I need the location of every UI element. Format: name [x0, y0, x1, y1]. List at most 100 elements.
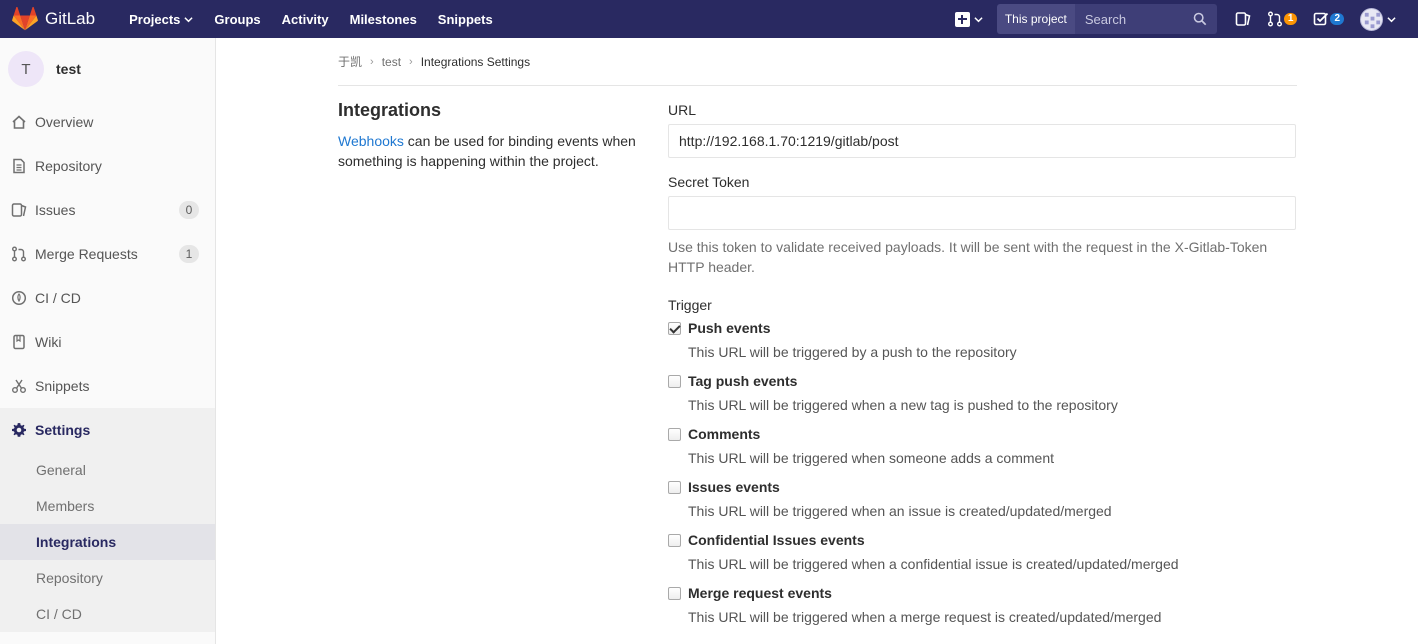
todos-button[interactable]: 2 — [1313, 11, 1344, 27]
sidebar-project-header[interactable]: T test — [0, 38, 215, 100]
sidebar-item-label: Merge Requests — [35, 246, 138, 262]
sidebar-item-issues[interactable]: Issues 0 — [0, 188, 215, 232]
sidebar-item-wiki[interactable]: Wiki — [0, 320, 215, 364]
merge-request-count-badge: 1 — [1283, 13, 1298, 25]
todo-count-badge: 2 — [1330, 13, 1344, 25]
trigger-push-events: Push events This URL will be triggered b… — [668, 319, 1296, 360]
new-dropdown-button[interactable] — [954, 11, 983, 27]
nav-projects[interactable]: Projects — [129, 11, 194, 27]
trigger-description: This URL will be triggered by a push to … — [688, 344, 1017, 360]
settings-sub-ci-cd[interactable]: CI / CD — [0, 596, 215, 632]
chevron-down-icon — [184, 16, 194, 22]
nav-milestones[interactable]: Milestones — [350, 12, 417, 27]
todo-check-icon — [1314, 12, 1329, 26]
user-menu-button[interactable] — [1360, 7, 1396, 31]
main-nav: Projects Groups Activity Milestones Snip… — [129, 0, 514, 38]
book-icon — [13, 334, 25, 350]
trigger-name[interactable]: Push events — [688, 320, 770, 336]
nav-activity[interactable]: Activity — [282, 12, 329, 27]
url-label: URL — [668, 102, 697, 118]
trigger-tag-push-events: Tag push events This URL will be trigger… — [668, 372, 1296, 413]
sidebar-item-merge-requests[interactable]: Merge Requests 1 — [0, 232, 215, 276]
settings-sub-repository[interactable]: Repository — [0, 560, 215, 596]
main-content: 于凯 › test › Integrations Settings Integr… — [338, 38, 1297, 625]
chevron-right-icon: › — [409, 55, 413, 68]
breadcrumb-project[interactable]: test — [382, 55, 401, 69]
trigger-comments: Comments This URL will be triggered when… — [668, 425, 1296, 466]
gitlab-logo[interactable]: GitLab — [12, 0, 95, 38]
secret-token-input[interactable] — [668, 196, 1296, 230]
settings-sub-integrations[interactable]: Integrations — [0, 524, 215, 560]
secret-token-label: Secret Token — [668, 174, 750, 190]
search-form: This project — [996, 4, 1217, 34]
sidebar-item-settings[interactable]: Settings — [0, 408, 215, 452]
trigger-confidential-issues-events: Confidential Issues events This URL will… — [668, 531, 1296, 572]
user-avatar — [1360, 7, 1383, 31]
merge-requests-button[interactable]: 1 — [1267, 11, 1298, 27]
sidebar-item-label: Settings — [35, 422, 91, 438]
chevron-right-icon: › — [370, 55, 374, 68]
trigger-description: This URL will be triggered when a new ta… — [688, 397, 1118, 413]
issues-count-badge: 0 — [179, 201, 199, 219]
url-input[interactable] — [668, 124, 1296, 158]
push-events-checkbox[interactable] — [668, 321, 681, 335]
sidebar-item-ci-cd[interactable]: CI / CD — [0, 276, 215, 320]
search-scope-label[interactable]: This project — [996, 4, 1075, 34]
scissors-icon — [12, 379, 26, 393]
section-description: Webhooks can be used for binding events … — [338, 131, 648, 171]
trigger-name[interactable]: Merge request events — [688, 585, 832, 601]
trigger-merge-request-events: Merge request events This URL will be tr… — [668, 584, 1296, 625]
comments-checkbox[interactable] — [668, 427, 681, 441]
webhook-form: URL Secret Token Use this token to valid… — [668, 102, 1296, 637]
search-icon[interactable] — [1193, 12, 1207, 26]
confidential-issues-events-checkbox[interactable] — [668, 533, 681, 547]
trigger-issues-events: Issues events This URL will be triggered… — [668, 478, 1296, 519]
navbar-right: This project 1 — [954, 0, 1418, 38]
issues-events-checkbox[interactable] — [668, 480, 681, 494]
project-name: test — [56, 61, 81, 77]
trigger-name[interactable]: Tag push events — [688, 373, 797, 389]
webhooks-link[interactable]: Webhooks — [338, 133, 404, 149]
sidebar-item-label: Issues — [35, 202, 76, 218]
sidebar-item-overview[interactable]: Overview — [0, 100, 215, 144]
trigger-description: This URL will be triggered when a merge … — [688, 609, 1162, 625]
project-sidebar: T test Overview Repository Issues 0 Merg… — [0, 38, 216, 644]
sidebar-item-snippets[interactable]: Snippets — [0, 364, 215, 408]
breadcrumb-namespace[interactable]: 于凯 — [338, 53, 362, 70]
merge-request-events-checkbox[interactable] — [668, 586, 681, 600]
doc-icon — [13, 158, 25, 174]
trigger-label: Trigger — [668, 297, 712, 313]
trigger-description: This URL will be triggered when an issue… — [688, 503, 1112, 519]
sidebar-item-label: CI / CD — [35, 290, 81, 306]
nav-snippets[interactable]: Snippets — [438, 12, 493, 27]
integrations-info: Integrations Webhooks can be used for bi… — [338, 100, 648, 171]
settings-sub-general[interactable]: General — [0, 452, 215, 488]
brand-name: GitLab — [45, 9, 96, 28]
sidebar-item-label: Wiki — [35, 334, 62, 350]
issues-panel-icon — [1235, 12, 1251, 26]
breadcrumb-current[interactable]: Integrations Settings — [421, 55, 530, 69]
home-icon — [12, 115, 26, 129]
secret-token-help: Use this token to validate received payl… — [668, 239, 1268, 275]
identicon-icon — [1364, 12, 1381, 28]
chevron-down-icon — [1387, 16, 1396, 22]
sidebar-toggle-button[interactable] — [1235, 11, 1251, 27]
nav-groups[interactable]: Groups — [214, 12, 260, 27]
trigger-name[interactable]: Comments — [688, 426, 760, 442]
project-avatar: T — [8, 51, 44, 87]
sidebar-item-repository[interactable]: Repository — [0, 144, 215, 188]
trigger-name[interactable]: Issues events — [688, 479, 780, 495]
settings-sub-members[interactable]: Members — [0, 488, 215, 524]
chevron-down-icon — [974, 16, 983, 22]
nav-projects-label: Projects — [129, 11, 181, 27]
tag-push-events-checkbox[interactable] — [668, 374, 681, 388]
issues-icon — [11, 203, 27, 217]
gear-icon — [12, 423, 26, 437]
plus-icon — [954, 11, 970, 27]
search-input[interactable] — [1084, 11, 1185, 27]
sidebar-item-label: Overview — [35, 114, 94, 130]
sidebar-settings-group: Settings General Members Integrations Re… — [0, 408, 215, 632]
merge-request-icon — [1267, 11, 1282, 27]
search-box — [1074, 4, 1217, 34]
trigger-name[interactable]: Confidential Issues events — [688, 532, 865, 548]
